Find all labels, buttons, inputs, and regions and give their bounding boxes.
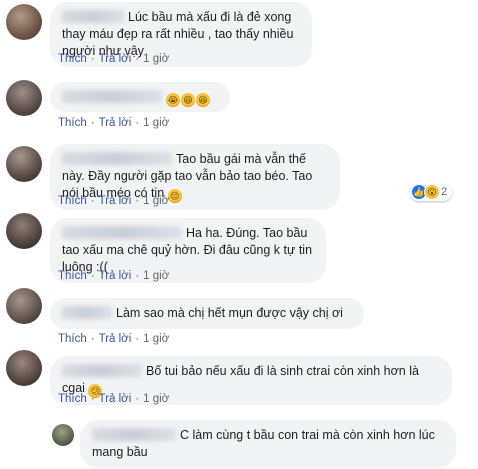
reply-button[interactable]: Trả lời — [99, 195, 132, 207]
timestamp[interactable]: 1 giờ — [143, 117, 169, 129]
like-button[interactable]: Thích — [58, 270, 87, 282]
comment-actions: Thích · Trả lời · 1 giờ — [58, 117, 170, 129]
commenter-name[interactable] — [62, 364, 142, 377]
reply-button[interactable]: Trả lời — [99, 117, 132, 129]
avatar[interactable] — [6, 146, 42, 182]
wow-reaction-icon: 😮 — [424, 184, 440, 200]
comment-actions: Thích · Trả lời · 1 giờ — [58, 270, 170, 282]
commenter-name[interactable] — [62, 226, 182, 239]
comment-bubble: C làm cùng t bầu con trai mà còn xinh hơ… — [80, 420, 456, 468]
commenter-name[interactable] — [62, 152, 172, 165]
comment-text: Làm sao mà chị hết mụn được vậy chị ơi — [116, 306, 343, 320]
like-button[interactable]: Thích — [58, 393, 87, 405]
like-button[interactable]: Thích — [58, 53, 87, 65]
like-button[interactable]: Thích — [58, 195, 87, 207]
like-button[interactable]: Thích — [58, 117, 87, 129]
comment-actions: Thích · Trả lời · 1 giờ — [58, 393, 170, 405]
laughing-face-icon: 😆 — [196, 93, 210, 107]
avatar[interactable] — [6, 350, 42, 386]
reply-button[interactable]: Trả lời — [99, 270, 132, 282]
avatar[interactable] — [6, 80, 42, 116]
commenter-name[interactable] — [62, 90, 162, 103]
timestamp[interactable]: 1 giờ — [143, 333, 169, 345]
reply-button[interactable]: Trả lời — [99, 393, 132, 405]
reaction-count: 2 — [441, 186, 448, 198]
timestamp[interactable]: 1 giờ — [143, 393, 169, 405]
timestamp[interactable]: 1 giờ — [143, 195, 169, 207]
comment-actions: Thích · Trả lời · 1 giờ — [58, 195, 170, 207]
comment-actions: Thích · Trả lời · 1 giờ — [58, 53, 170, 65]
timestamp[interactable]: 1 giờ — [143, 53, 169, 65]
avatar[interactable] — [6, 213, 42, 249]
crying-face-icon: 😭 — [166, 93, 180, 107]
avatar[interactable] — [6, 4, 42, 40]
laughing-face-icon: 😆 — [181, 93, 195, 107]
avatar[interactable] — [52, 424, 74, 446]
reply-button[interactable]: Trả lời — [99, 53, 132, 65]
avatar[interactable] — [6, 288, 42, 324]
reaction-summary[interactable]: 👍 😮 2 — [410, 183, 453, 201]
comment-bubble: Làm sao mà chị hết mụn được vậy chị ơi — [50, 298, 364, 329]
commenter-name[interactable] — [62, 10, 124, 23]
commenter-name[interactable] — [62, 306, 112, 319]
commenter-name[interactable] — [92, 428, 176, 441]
comment-bubble: 😭 😆 😆 — [50, 82, 230, 112]
reply-button[interactable]: Trả lời — [99, 333, 132, 345]
comment-actions: Thích · Trả lời · 1 giờ — [58, 333, 170, 345]
timestamp[interactable]: 1 giờ — [143, 270, 169, 282]
pensive-face-icon: 😔 — [167, 189, 182, 203]
like-button[interactable]: Thích — [58, 333, 87, 345]
